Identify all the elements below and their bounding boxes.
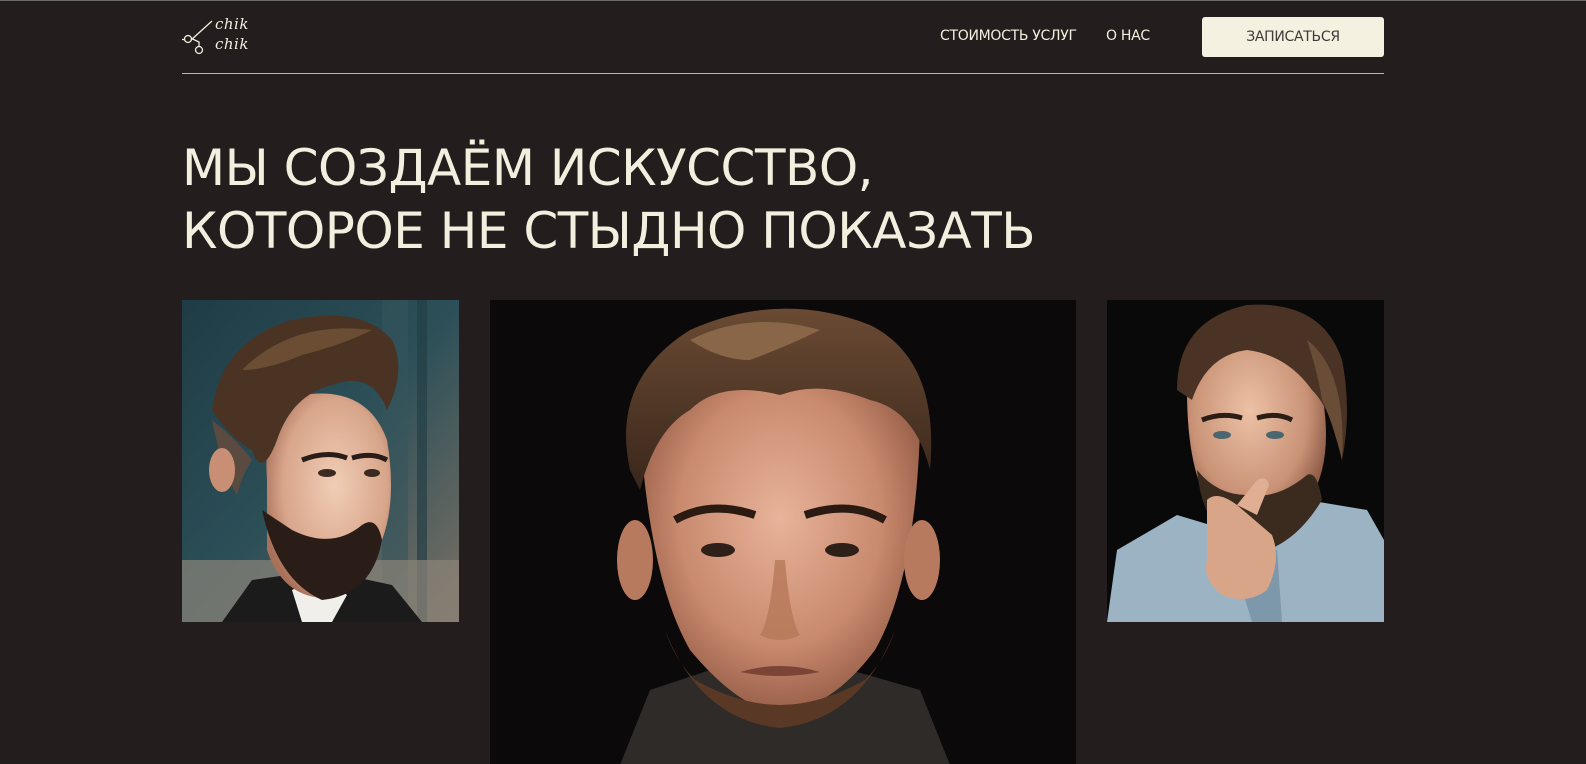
nav-link-about[interactable]: О НАС [1106,28,1150,44]
man-with-wavy-hair-portrait-photo [490,300,1076,764]
bearded-man-hand-on-chin-photo [1107,300,1384,622]
logo[interactable]: chik chik [182,15,254,59]
landing-page: chik chik СТОИМОСТЬ УСЛУГ О НАС ЗАПИСАТЬ… [0,0,1586,764]
hero-title: МЫ СОЗДАЁМ ИСКУССТВО, КОТОРОЕ НЕ СТЫДНО … [182,137,1182,263]
man-with-pompadour-and-beard-photo [182,300,459,622]
hero-title-line-2: КОТОРОЕ НЕ СТЫДНО ПОКАЗАТЬ [182,202,1036,260]
hero-title-line-1: МЫ СОЗДАЁМ ИСКУССТВО, [182,139,874,197]
site-header: chik chik СТОИМОСТЬ УСЛУГ О НАС ЗАПИСАТЬ… [182,1,1384,74]
logo-text-top: chik [215,15,249,33]
scissors-icon [182,20,213,55]
logo-text-bottom: chik [215,35,249,53]
book-appointment-button[interactable]: ЗАПИСАТЬСЯ [1202,17,1384,57]
nav-link-prices[interactable]: СТОИМОСТЬ УСЛУГ [940,28,1077,44]
